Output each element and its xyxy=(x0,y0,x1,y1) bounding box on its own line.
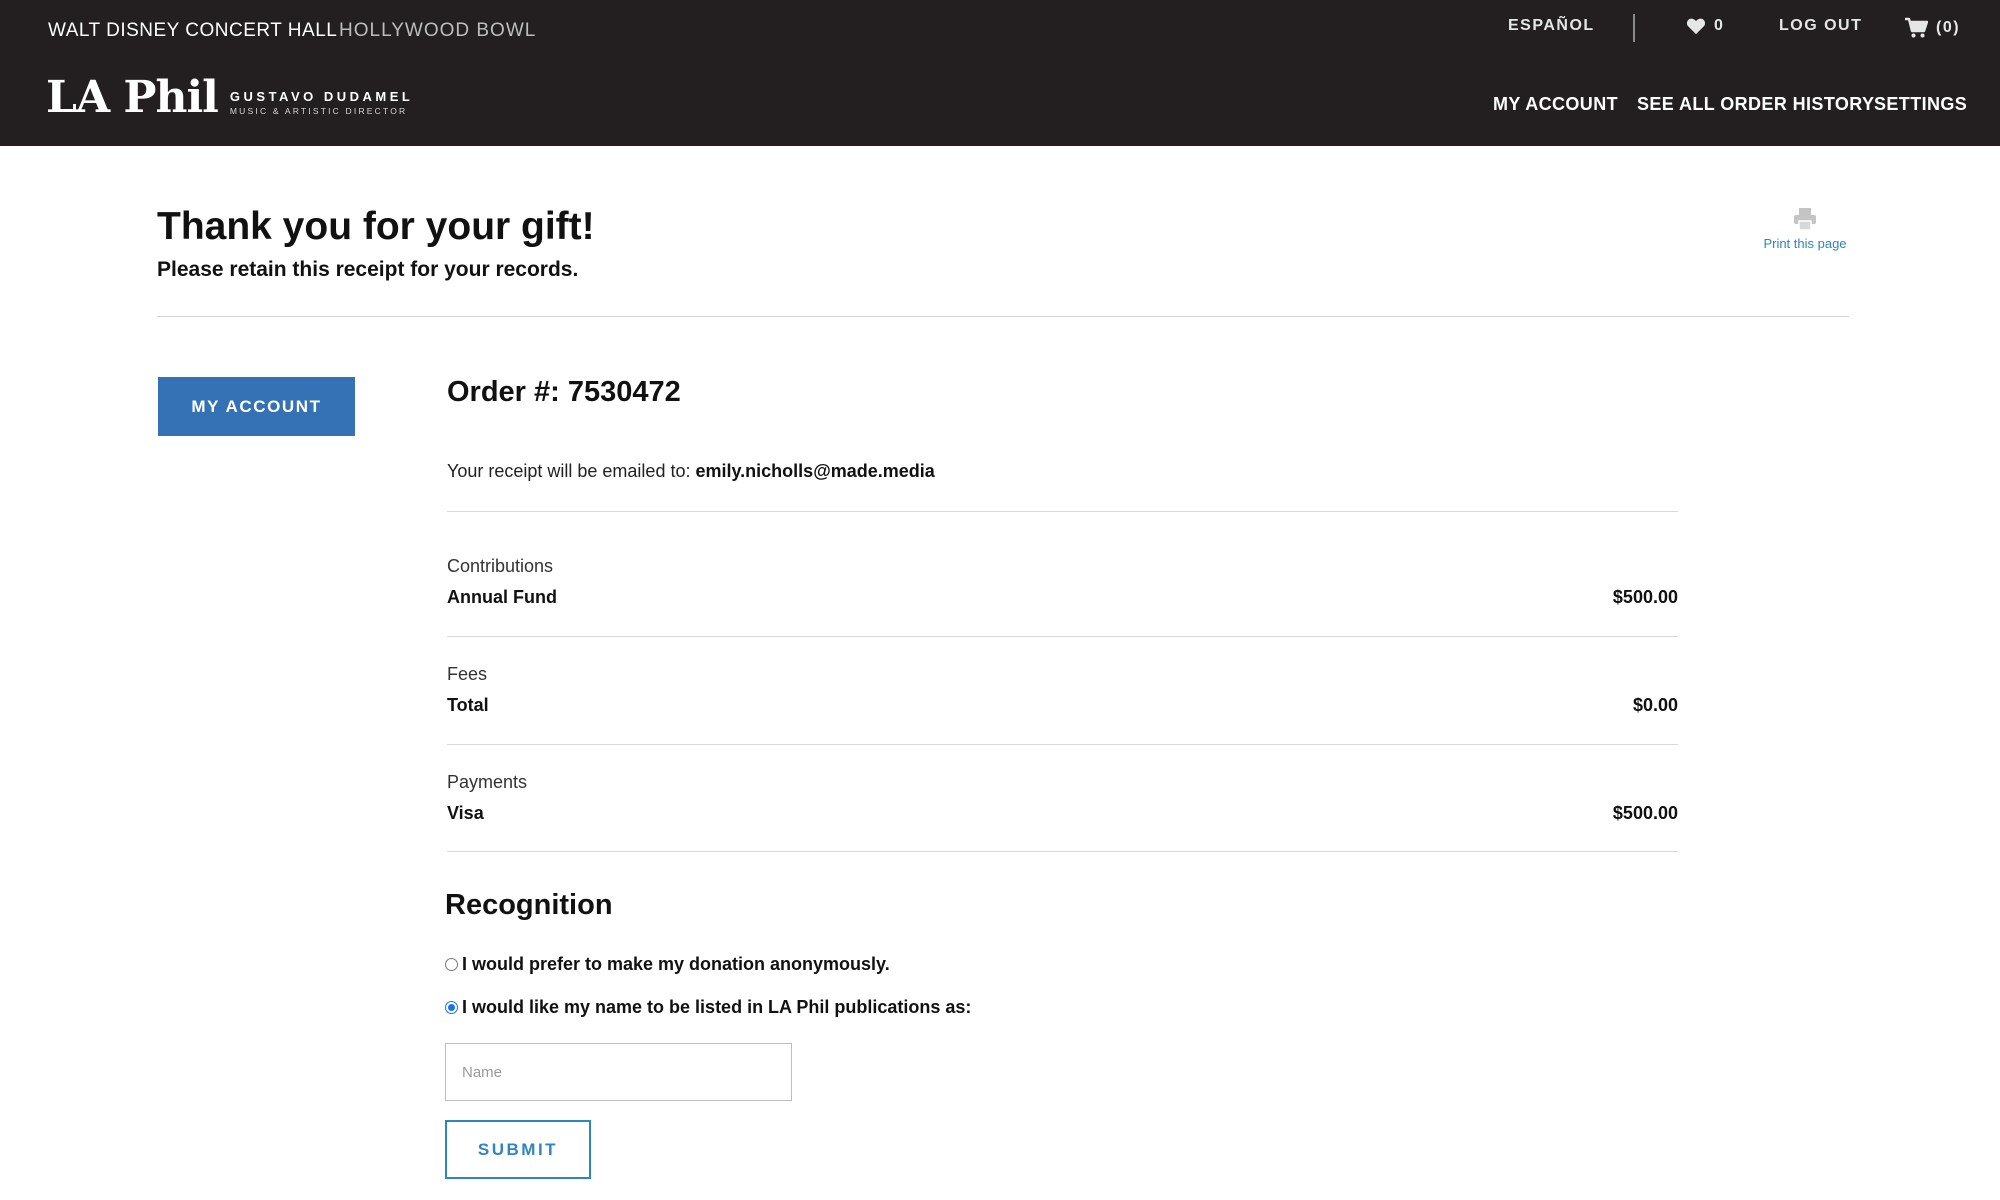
language-toggle[interactable]: ESPAÑOL xyxy=(1508,17,1595,35)
section-amount-fees: $0.00 xyxy=(1632,695,1678,715)
heart-icon xyxy=(1686,18,1706,35)
print-page-link[interactable]: Print this page xyxy=(1750,206,1860,251)
logout-link[interactable]: LOG OUT xyxy=(1779,17,1862,35)
header-divider xyxy=(157,316,1849,317)
venue-link-hollywood-bowl[interactable]: HOLLYWOOD BOWL xyxy=(339,20,536,42)
cart-icon xyxy=(1905,17,1928,38)
receipt-email-line: Your receipt will be emailed to: emily.n… xyxy=(447,461,935,482)
option-anonymous-label: I would prefer to make my donation anony… xyxy=(462,954,890,974)
site-header: WALT DISNEY CONCERT HALL HOLLYWOOD BOWL … xyxy=(0,0,2000,146)
section-label-payments: Payments xyxy=(447,772,528,792)
receipt-email-prefix: Your receipt will be emailed to: xyxy=(447,461,691,481)
logo-director-name: GUSTAVO DUDAMEL xyxy=(229,89,414,104)
section-label-contributions: Contributions xyxy=(447,556,554,576)
section-item-visa: Visa xyxy=(447,803,484,823)
option-anonymous[interactable]: I would prefer to make my donation anony… xyxy=(445,954,890,975)
logo-mark: LA Phil xyxy=(46,72,219,123)
option-named[interactable]: I would like my name to be listed in LA … xyxy=(445,997,971,1018)
venue-link-walt-disney-concert-hall[interactable]: WALT DISNEY CONCERT HALL xyxy=(48,20,337,42)
submit-button[interactable]: SUBMIT xyxy=(445,1120,591,1179)
radio-named[interactable] xyxy=(445,1001,458,1014)
cart-link[interactable]: (0) xyxy=(1904,17,1960,39)
recognition-name-input[interactable] xyxy=(445,1043,792,1101)
option-named-label: I would like my name to be listed in LA … xyxy=(462,997,972,1017)
printer-icon xyxy=(1794,208,1816,231)
receipt-email-address: emily.nicholls@made.media xyxy=(695,461,935,481)
cart-count: (0) xyxy=(1936,19,1961,36)
print-page-label: Print this page xyxy=(1763,236,1847,251)
divider xyxy=(447,636,1678,637)
section-amount-payments: $500.00 xyxy=(1612,803,1678,823)
section-label-fees: Fees xyxy=(447,664,488,684)
nav-order-history[interactable]: SEE ALL ORDER HISTORY xyxy=(1637,94,1874,115)
logo-text: GUSTAVO DUDAMEL MUSIC & ARTISTIC DIRECTO… xyxy=(230,89,413,116)
radio-anonymous[interactable] xyxy=(445,958,458,971)
divider xyxy=(447,851,1678,852)
favorites-count: 0 xyxy=(1714,17,1725,34)
favorites-link[interactable]: 0 xyxy=(1686,17,1724,35)
logo-director-role: MUSIC & ARTISTIC DIRECTOR xyxy=(229,106,408,116)
recognition-title: Recognition xyxy=(445,889,613,921)
my-account-button[interactable]: MY ACCOUNT xyxy=(158,377,355,436)
la-phil-logo[interactable]: LA Phil GUSTAVO DUDAMEL MUSIC & ARTISTIC… xyxy=(46,76,413,120)
section-item-annual-fund: Annual Fund xyxy=(447,587,557,607)
section-amount-contributions: $500.00 xyxy=(1612,587,1678,607)
section-item-total: Total xyxy=(447,695,489,715)
order-number: Order #: 7530472 xyxy=(447,376,681,408)
page-title: Thank you for your gift! xyxy=(157,205,595,248)
nav-my-account[interactable]: MY ACCOUNT xyxy=(1493,94,1618,115)
utility-divider xyxy=(1633,14,1635,42)
nav-settings[interactable]: SETTINGS xyxy=(1874,94,1967,115)
divider xyxy=(447,511,1678,512)
divider xyxy=(447,744,1678,745)
page-subtitle: Please retain this receipt for your reco… xyxy=(157,258,579,281)
